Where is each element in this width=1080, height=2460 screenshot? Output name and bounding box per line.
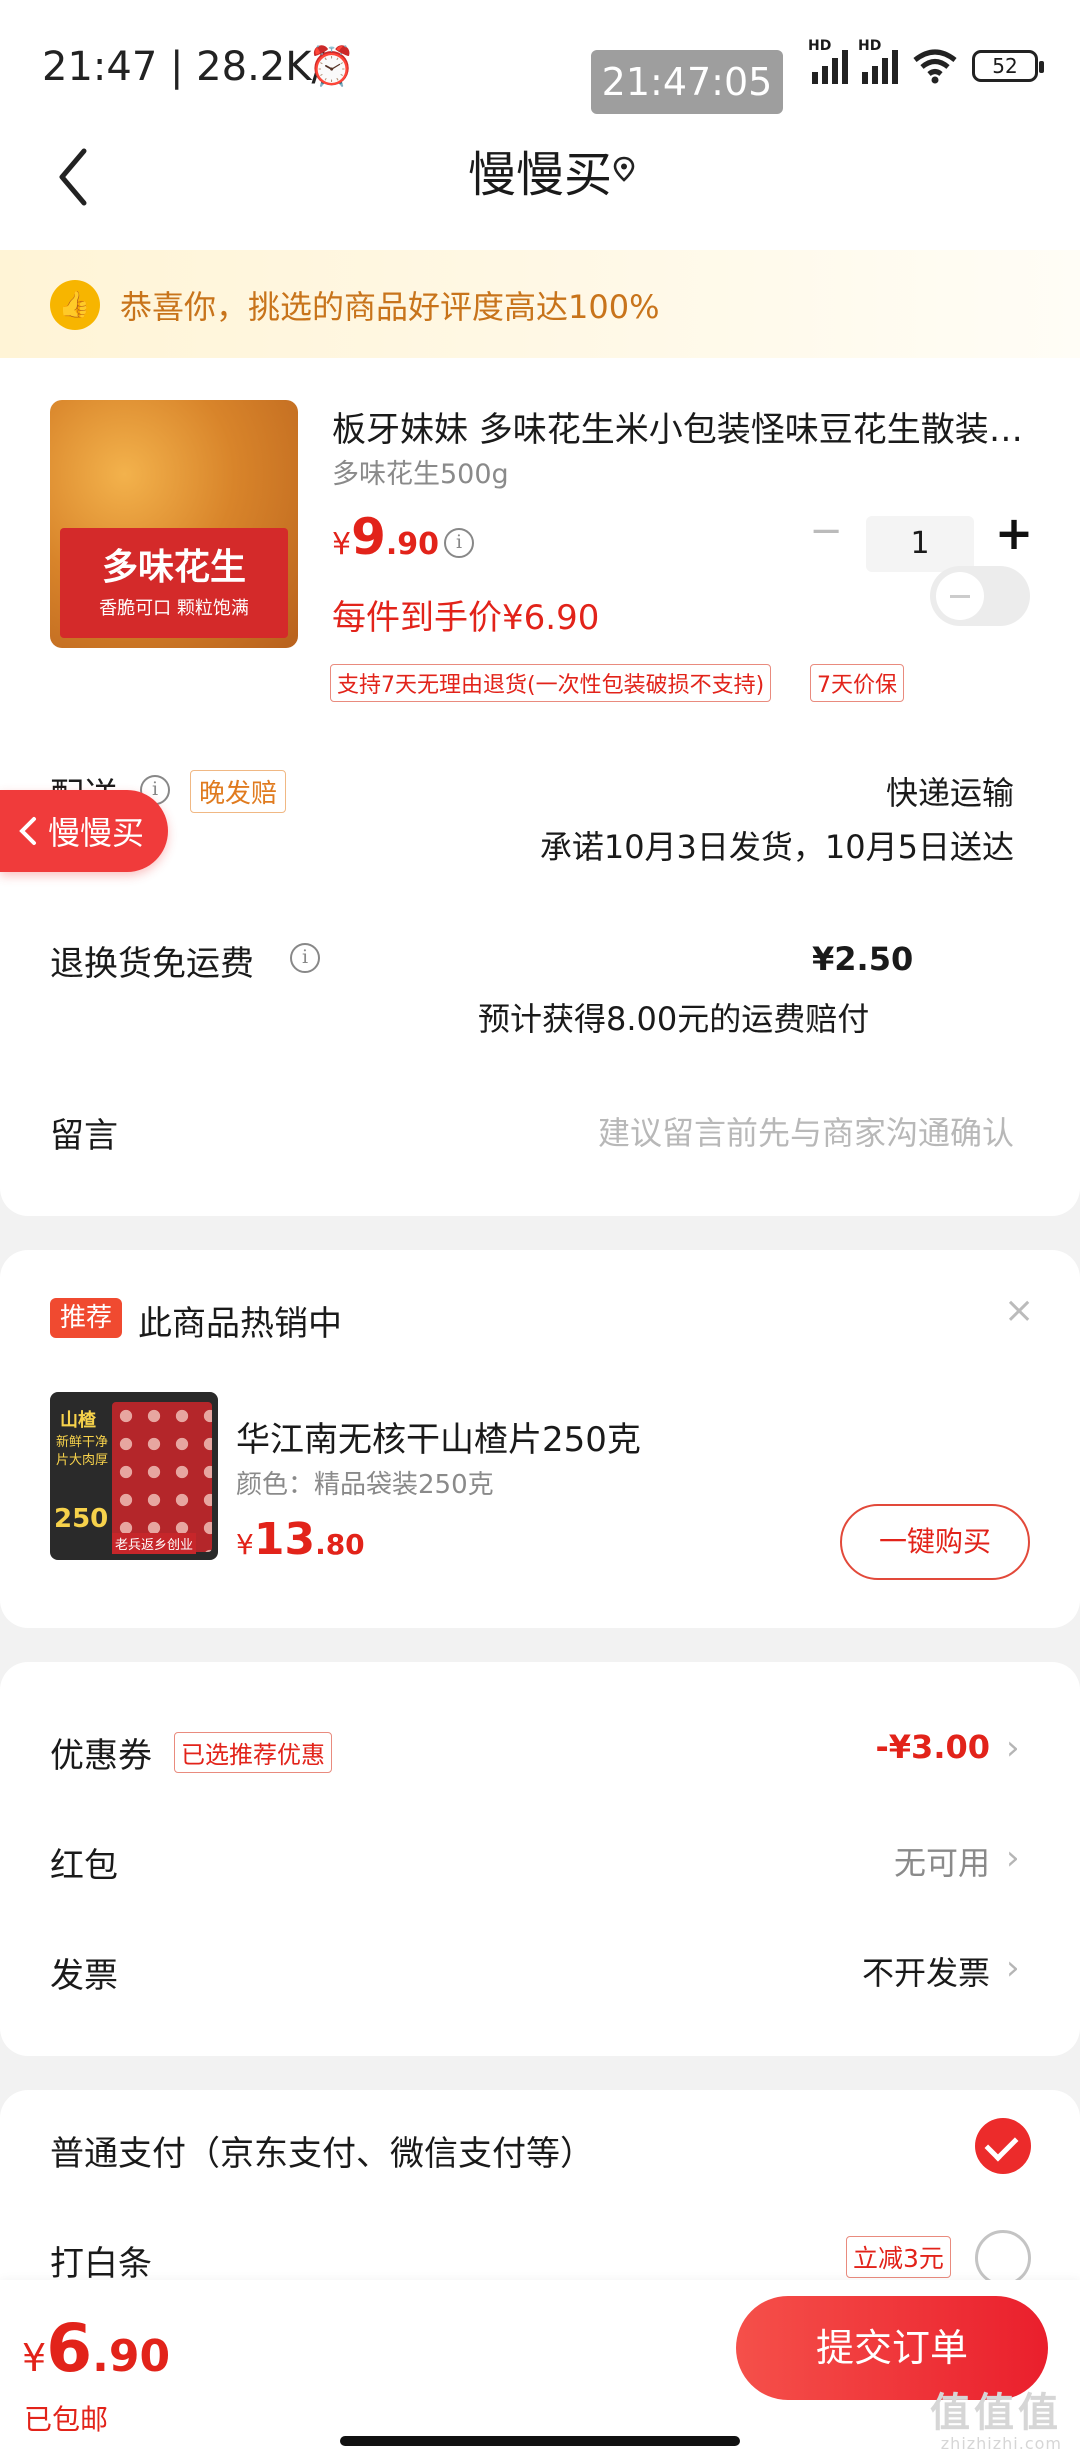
baitiao-discount-tag: 立减3元	[846, 2236, 951, 2278]
return-shipping-toggle[interactable]	[930, 566, 1030, 626]
back-small-icon	[19, 817, 36, 845]
recommend-title: 此商品热销中	[138, 1304, 342, 1344]
close-icon[interactable]: ×	[1004, 1290, 1034, 1331]
return-shipping-price: ¥2.50	[812, 940, 914, 978]
return-shipping-label: 退换货免运费	[50, 944, 254, 984]
rating-banner-text: 恭喜你，挑选的商品好评度高达100%	[120, 288, 660, 326]
wifi-icon	[913, 49, 957, 84]
rating-banner: 👍 恭喜你，挑选的商品好评度高达100%	[0, 250, 1080, 358]
quantity-decrease-button[interactable]: −	[806, 511, 846, 553]
message-input[interactable]: 建议留言前先与商家沟通确认	[598, 1108, 1014, 1154]
product-title[interactable]: 板牙妹妹 多味花生米小包装怪味豆花生散装零食	[332, 402, 1032, 451]
page-title: 慢慢买	[467, 147, 612, 203]
product-price: ¥9.90	[332, 508, 440, 566]
overlay-time-badge: 21:47:05	[591, 50, 783, 114]
normal-payment-label[interactable]: 普通支付（京东支付、微信支付等）	[50, 2126, 594, 2175]
watermark: 值值值 zhizhizhi.com	[930, 2390, 1062, 2453]
thumbs-up-icon: 👍	[50, 280, 100, 330]
quantity-value[interactable]: 1	[866, 516, 974, 572]
price-info-icon[interactable]: i	[444, 528, 474, 558]
baitiao-label[interactable]: 打白条	[50, 2236, 152, 2285]
recommend-product-name[interactable]: 华江南无核干山楂片250克	[236, 1412, 641, 1461]
recommend-image-weight: 250	[54, 1504, 109, 1534]
battery-icon: 52	[972, 50, 1044, 82]
recommend-image-desc: 新鲜干净片大肉厚	[56, 1435, 109, 1468]
recommend-product-price: ¥13.80	[236, 1514, 365, 1565]
invoice-value[interactable]: 不开发票	[862, 1948, 990, 1994]
location-icon[interactable]	[610, 155, 638, 183]
coupon-selected-tag: 已选推荐优惠	[174, 1732, 332, 1773]
free-shipping-note: 已包邮	[24, 2403, 109, 2436]
return-shipping-note: 预计获得8.00元的运费赔付	[478, 1000, 870, 1038]
recommend-image-title: 山楂	[60, 1410, 96, 1431]
quantity-increase-button[interactable]: +	[992, 508, 1036, 558]
redpacket-label[interactable]: 红包	[50, 1838, 118, 1887]
recommendation-card: 推荐 此商品热销中 × 山楂 新鲜干净片大肉厚 250 老兵返乡创业 华江南无核…	[0, 1250, 1080, 1628]
redpacket-value[interactable]: 无可用	[894, 1838, 990, 1884]
discounts-card: 优惠券 已选推荐优惠 -¥3.00 › 红包 无可用 › 发票 不开发票 ›	[0, 1662, 1080, 2056]
status-time-speed: 21:47 | 28.2K/s	[42, 44, 346, 90]
delivery-method[interactable]: 快递运输	[886, 768, 1014, 814]
order-card: 多味花生 香脆可口 颗粒饱满 板牙妹妹 多味花生米小包装怪味豆花生散装零食 多味…	[0, 358, 1080, 1216]
recommend-product-spec: 颜色：精品袋装250克	[236, 1470, 494, 1500]
floating-back-label: 慢慢买	[48, 814, 145, 852]
return-policy-tag: 支持7天无理由退货(一次性包装破损不支持)	[330, 664, 772, 702]
status-icons: HD HD 52	[808, 38, 1044, 84]
chevron-right-icon[interactable]: ›	[1006, 1838, 1020, 1878]
product-image-box: 多味花生 香脆可口 颗粒饱满	[60, 528, 288, 638]
alarm-icon: ⏰	[308, 44, 356, 88]
coupon-label[interactable]: 优惠券	[50, 1728, 152, 1777]
baitiao-radio[interactable]	[975, 2230, 1031, 2286]
recommend-badge: 推荐	[50, 1298, 122, 1338]
chevron-right-icon[interactable]: ›	[1006, 1948, 1020, 1988]
product-image[interactable]: 多味花生 香脆可口 颗粒饱满	[50, 400, 298, 648]
price-protect-tag: 7天价保	[810, 664, 904, 702]
bottom-bar: ¥6.90 已包邮 提交订单 值值值 zhizhizhi.com	[0, 2280, 1080, 2460]
recommend-product-image[interactable]: 山楂 新鲜干净片大肉厚 250 老兵返乡创业	[50, 1392, 218, 1560]
chevron-right-icon[interactable]: ›	[1006, 1728, 1020, 1768]
message-label: 留言	[50, 1116, 118, 1156]
floating-back-button[interactable]: 慢慢买	[0, 790, 168, 872]
title-bar: 慢慢买	[0, 125, 1080, 250]
product-image-text: 多味花生	[101, 547, 246, 588]
coupon-value[interactable]: -¥3.00	[876, 1728, 991, 1766]
status-bar: 21:47 | 28.2K/s ⏰ 21:47:05 HD HD 52	[0, 0, 1080, 125]
invoice-label[interactable]: 发票	[50, 1948, 118, 1997]
delivery-promise: 承诺10月3日发货，10月5日送达	[539, 828, 1014, 866]
signal-icon-1: HD	[808, 38, 848, 84]
late-compensation-tag: 晚发赔	[190, 770, 287, 813]
recommend-image-slogan: 老兵返乡创业	[112, 1533, 197, 1554]
per-item-price: 每件到手价¥6.90	[332, 598, 600, 638]
return-shipping-info-icon[interactable]: i	[290, 943, 320, 973]
signal-icon-2: HD	[858, 38, 898, 84]
normal-payment-checked-icon[interactable]	[975, 2118, 1031, 2174]
home-indicator[interactable]	[340, 2436, 740, 2446]
one-click-buy-button[interactable]: 一键购买	[840, 1504, 1030, 1580]
product-image-subtext: 香脆可口 颗粒饱满	[99, 598, 249, 619]
product-spec[interactable]: 多味花生500g	[332, 452, 509, 491]
total-price: ¥6.90	[22, 2310, 171, 2387]
